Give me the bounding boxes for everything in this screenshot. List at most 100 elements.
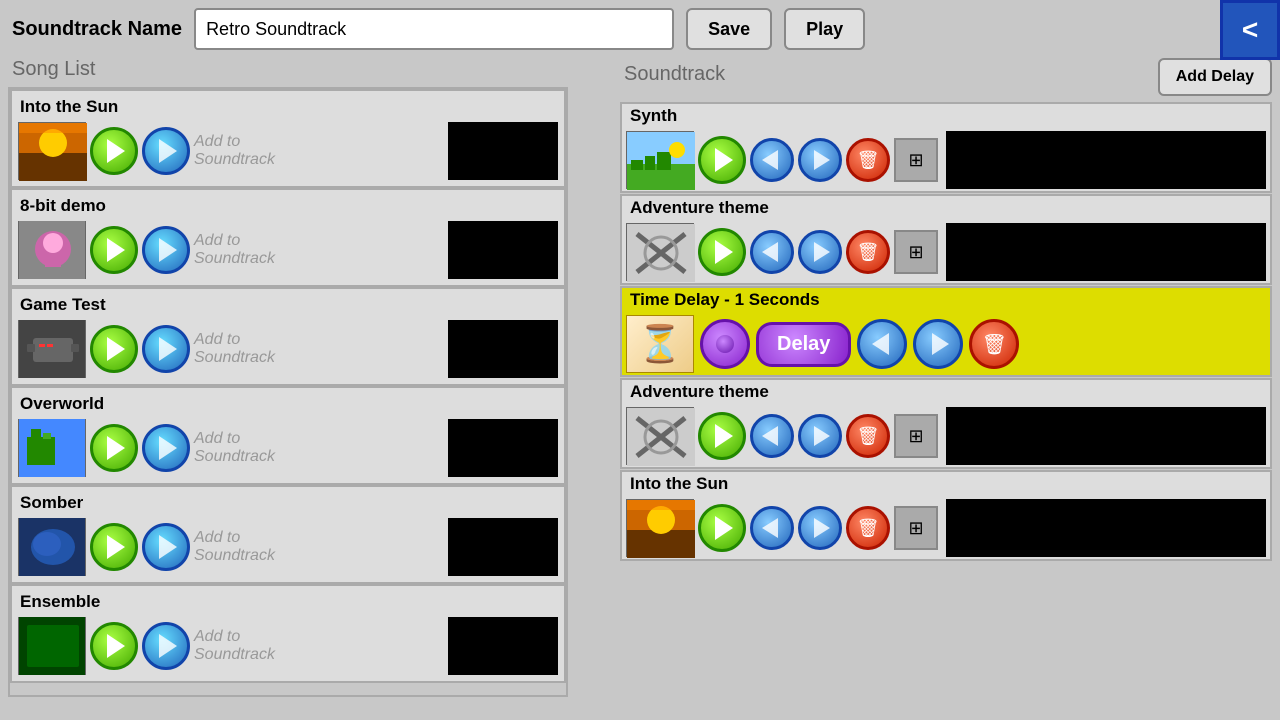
sun-thumbnail-art [19,123,87,181]
settings-button[interactable]: ⊞ [894,506,938,550]
prev-button[interactable] [750,414,794,458]
delete-button[interactable]: 🗑 [846,138,890,182]
list-item: Synth [620,102,1272,193]
song-name: Somber [16,491,560,516]
prev-button[interactable] [750,138,794,182]
add-to-soundtrack-button[interactable] [142,325,190,373]
prev-button[interactable] [750,230,794,274]
next-button[interactable] [798,506,842,550]
track-thumbnail [626,499,694,557]
play-button[interactable] [698,412,746,460]
delay-next-button[interactable] [913,319,963,369]
add-label: Add toSoundtrack [194,628,275,664]
delay-label-button[interactable]: Delay [756,322,851,367]
delay-controls: ⏳ Delay 🗑 [622,313,1270,375]
song-name: Game Test [16,293,560,318]
play-button[interactable] [698,136,746,184]
delete-button[interactable]: 🗑 [846,506,890,550]
next-button[interactable] [798,138,842,182]
song-controls: Add toSoundtrack [16,615,560,677]
list-item: Adventure theme 🗑 [620,194,1272,285]
song-list-title: Song List [8,58,608,81]
prev-button[interactable] [750,506,794,550]
list-item: Into the Sun Add toSoundtrack [10,89,566,188]
track-thumbnail [626,407,694,465]
track-name: Into the Sun [622,472,1270,497]
trash-icon: 🗑 [857,150,880,171]
track-controls: 🗑 ⊞ [622,405,1270,467]
right-panel: Soundtrack Add Delay Synth [608,58,1272,712]
sliders-icon: ⊞ [908,150,923,171]
play-button[interactable] [698,504,746,552]
song-name: Into the Sun [16,95,560,120]
song-controls: Add toSoundtrack [16,516,560,578]
adventure-thumbnail-art [627,224,695,282]
list-item: 8-bit demo Add toSoundtrack [10,188,566,287]
song-preview [448,221,558,279]
song-thumbnail [18,518,86,576]
song-preview [448,617,558,675]
add-to-soundtrack-button[interactable] [142,523,190,571]
sun2-thumbnail-art [627,500,695,558]
list-item: Into the Sun 🗑 [620,470,1272,561]
add-to-soundtrack-button[interactable] [142,226,190,274]
play-button[interactable] [90,424,138,472]
trash-icon: 🗑 [982,332,1007,357]
circle-icon [716,335,734,353]
delay-delete-button[interactable]: 🗑 [969,319,1019,369]
song-thumbnail [18,221,86,279]
add-label: Add toSoundtrack [194,430,275,466]
add-label: Add toSoundtrack [194,529,275,565]
settings-button[interactable]: ⊞ [894,230,938,274]
game-thumbnail-art [19,320,85,378]
play-button[interactable] [90,523,138,571]
add-to-soundtrack-button[interactable] [142,424,190,472]
track-preview [946,499,1266,557]
adventure2-thumbnail-art [627,408,695,466]
track-name: Adventure theme [622,196,1270,221]
soundtrack-name-input[interactable] [194,8,674,50]
delay-purple-button[interactable] [700,319,750,369]
next-button[interactable] [798,230,842,274]
back-button[interactable]: < [1220,0,1280,60]
track-preview [946,407,1266,465]
add-label: Add toSoundtrack [194,133,275,169]
track-preview [946,223,1266,281]
song-name: Overworld [16,392,560,417]
play-button[interactable] [90,226,138,274]
track-thumbnail [626,223,694,281]
play-button[interactable] [90,622,138,670]
main-layout: Song List Into the Sun [0,58,1280,712]
song-controls: Add toSoundtrack [16,219,560,281]
delete-button[interactable]: 🗑 [846,230,890,274]
play-button[interactable] [698,228,746,276]
sliders-icon: ⊞ [908,518,923,539]
settings-button[interactable]: ⊞ [894,138,938,182]
add-to-soundtrack-button[interactable] [142,622,190,670]
add-label: Add toSoundtrack [194,331,275,367]
trash-icon: 🗑 [857,426,880,447]
add-to-soundtrack-button[interactable] [142,127,190,175]
trash-icon: 🗑 [857,242,880,263]
delete-button[interactable]: 🗑 [846,414,890,458]
song-thumbnail [18,320,86,378]
play-button[interactable] [90,325,138,373]
track-name: Adventure theme [622,380,1270,405]
save-button[interactable]: Save [686,8,772,50]
settings-button[interactable]: ⊞ [894,414,938,458]
song-controls: Add toSoundtrack [16,120,560,182]
delay-thumbnail: ⏳ [626,315,694,373]
next-button[interactable] [798,414,842,458]
play-button[interactable]: Play [784,8,865,50]
overworld-thumbnail-art [19,419,85,477]
track-preview [946,131,1266,189]
list-item: Adventure theme 🗑 [620,378,1272,469]
add-delay-button[interactable]: Add Delay [1158,58,1272,96]
8bit-thumbnail-art [19,221,85,279]
song-controls: Add toSoundtrack [16,417,560,479]
header: Soundtrack Name Save Play [0,0,1280,58]
track-controls: 🗑 ⊞ [622,221,1270,283]
delay-prev-button[interactable] [857,319,907,369]
synth-thumbnail-art [627,132,695,190]
play-button[interactable] [90,127,138,175]
